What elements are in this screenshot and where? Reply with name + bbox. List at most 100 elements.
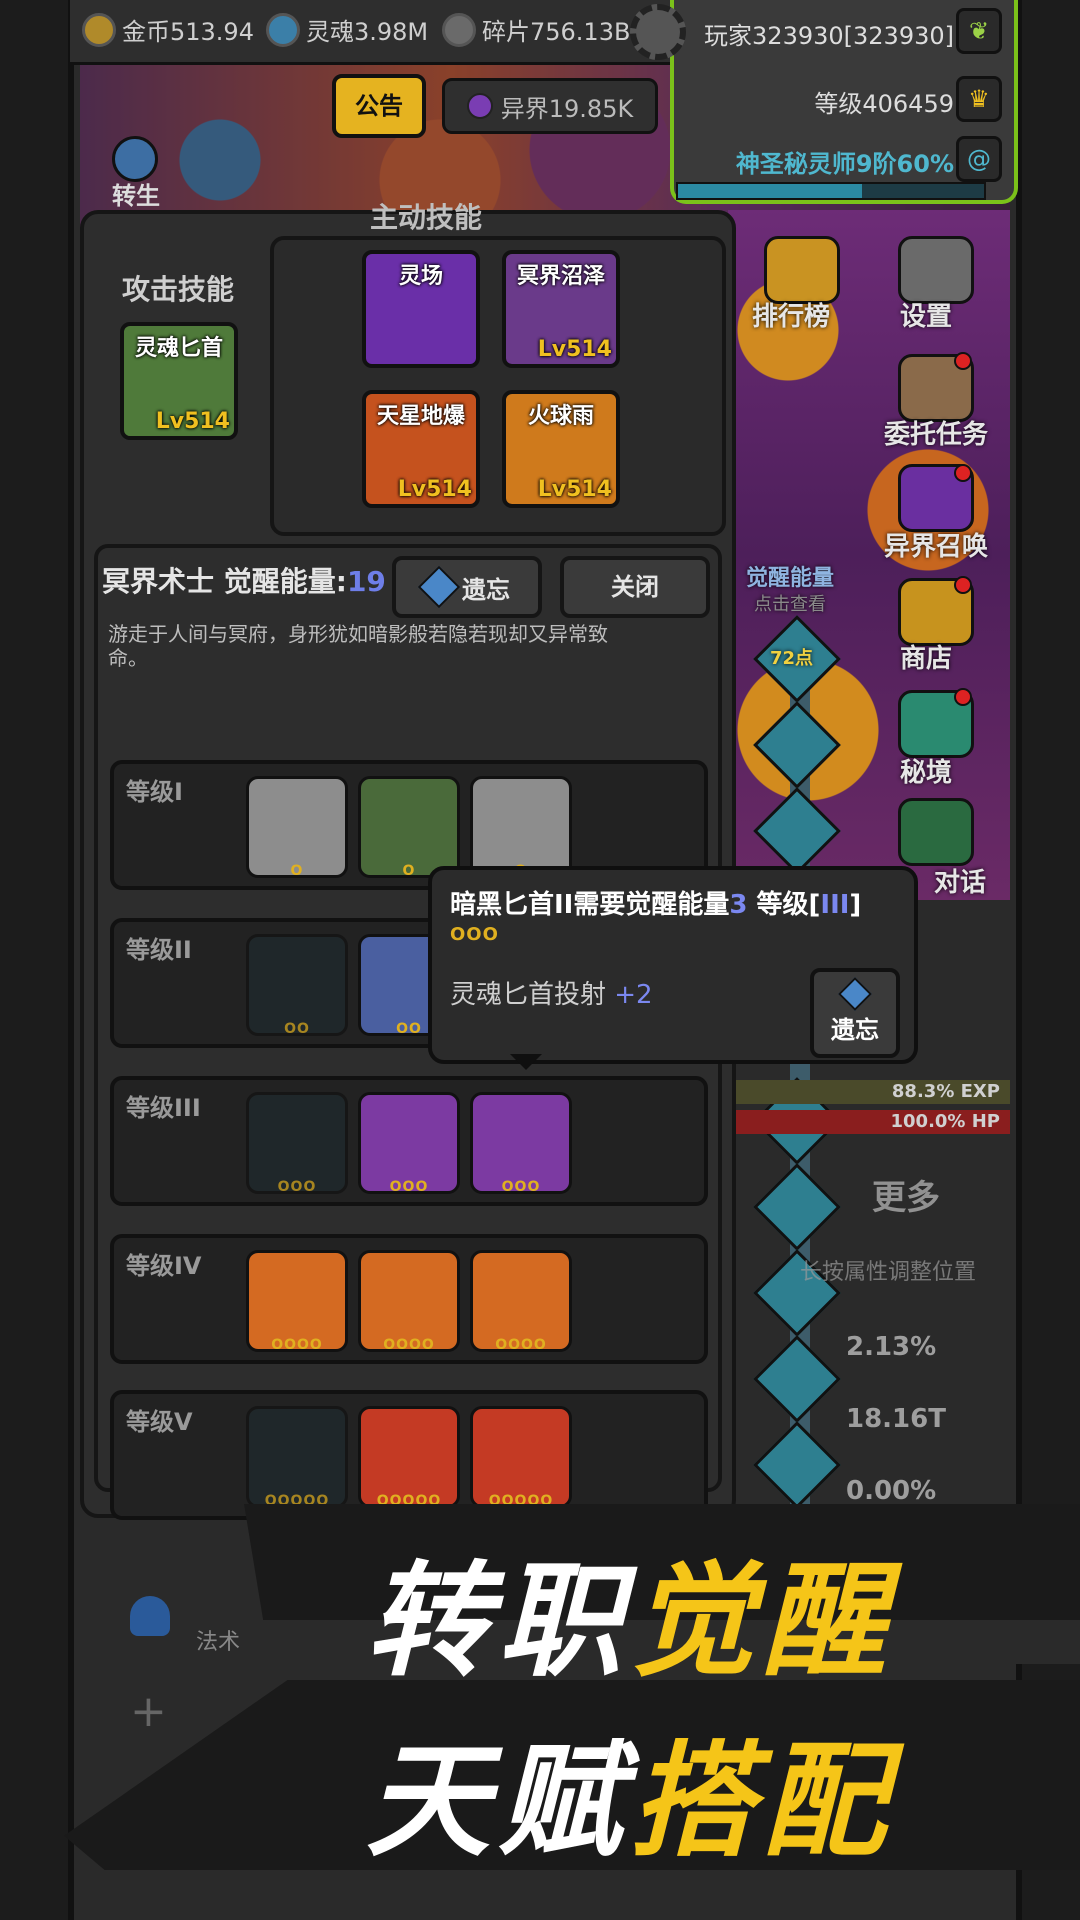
fragment-icon — [442, 12, 476, 47]
fragment-value: 碎片756.13B — [482, 18, 631, 46]
menu-dialogue[interactable]: 对话 — [934, 862, 986, 899]
tooltip-forget-label: 遗忘 — [831, 1015, 879, 1044]
class-name: 冥界术士 觉醒能量: — [102, 565, 347, 598]
skill-level: Lv514 — [155, 409, 230, 434]
active-skill-slot[interactable]: 灵场 — [362, 250, 480, 368]
soul-resource: 灵魂3.98M — [266, 12, 428, 47]
plus-icon[interactable]: + — [130, 1686, 167, 1737]
player-name: 玩家323930[323930] — [704, 22, 954, 50]
slogan-line-1: 转职觉醒 — [366, 1520, 894, 1700]
menu-secret-realm[interactable]: 秘境 — [900, 752, 952, 789]
tooltip-forget-button[interactable]: 遗忘 — [810, 968, 900, 1058]
skill-name: 火球雨 — [527, 404, 594, 429]
tier-row: 等级III OOO OOO OOO — [110, 1076, 708, 1206]
talent-slot[interactable]: OOOO — [246, 1250, 348, 1353]
magic-label[interactable]: 法术 — [196, 1624, 240, 1656]
menu-quests[interactable]: 委托任务 — [884, 414, 988, 451]
talent-slot[interactable]: OOO — [358, 1092, 460, 1195]
talent-slot[interactable]: O — [470, 776, 572, 879]
talent-slot[interactable]: OOOO — [358, 1250, 460, 1353]
slogan-white: 转职 — [366, 1550, 631, 1694]
skill-name: 冥界沼泽 — [516, 264, 605, 289]
forget-label: 遗忘 — [462, 575, 510, 604]
forget-button[interactable]: 遗忘 — [392, 556, 542, 618]
talent-slot[interactable]: OO — [246, 934, 348, 1037]
tier-label: 等级I — [126, 778, 183, 806]
gold-resource: 金币513.94 — [82, 12, 254, 47]
otherworld-icon — [466, 93, 493, 119]
horn-icon[interactable] — [898, 798, 974, 866]
slogan-line-2: 天赋搭配 — [366, 1700, 894, 1880]
skill-level: Lv514 — [537, 477, 612, 502]
tier-row: 等级IV OOOO OOOO OOOO — [110, 1234, 708, 1364]
gear-icon[interactable] — [630, 4, 686, 60]
tier-label: 等级II — [126, 936, 192, 964]
active-skills-title: 主动技能 — [370, 201, 483, 234]
menu-settings[interactable]: 设置 — [900, 296, 952, 333]
talent-tooltip: 暗黑匕首II需要觉醒能量3 等级[III] OOO 灵魂匕首投射 +2 遗忘 — [428, 866, 918, 1064]
stat-value: 18.16T — [846, 1404, 946, 1434]
talent-slot[interactable]: O — [358, 776, 460, 879]
notification-dot — [954, 352, 972, 370]
talent-slot[interactable]: OOO — [470, 1092, 572, 1195]
menu-summon[interactable]: 异界召唤 — [884, 526, 988, 563]
tooltip-effect-value: +2 — [614, 980, 653, 1010]
talent-pips: OOOO — [271, 1337, 323, 1353]
flame-icon[interactable] — [130, 1596, 170, 1636]
talent-pips: O — [290, 863, 304, 879]
crystal-icon — [417, 565, 461, 609]
stat-value: 0.00% — [846, 1476, 937, 1506]
tooltip-pips: OOO — [450, 924, 499, 945]
talent-slot[interactable]: OOOO — [470, 1250, 572, 1353]
notice-button[interactable]: 公告 — [332, 74, 426, 138]
hp-bar: 100.0% HP — [728, 1110, 1010, 1134]
otherworld-button[interactable]: 异界19.85K — [442, 78, 658, 134]
active-skill-slot[interactable]: 天星地爆 Lv514 — [362, 390, 480, 508]
talent-slot[interactable]: OOO — [246, 1092, 348, 1195]
tooltip-effect-text: 灵魂匕首投射 — [450, 980, 615, 1010]
menu-shop[interactable]: 商店 — [900, 638, 952, 675]
tooltip-cost: 3 — [729, 890, 748, 920]
settings-gear-icon[interactable] — [898, 236, 974, 304]
tooltip-title-text: 等级[ — [747, 890, 821, 920]
attack-skill-slot[interactable]: 灵魂匕首 Lv514 — [120, 322, 238, 440]
talent-slot[interactable]: OOOOO — [246, 1406, 348, 1509]
notification-dot — [954, 576, 972, 594]
talent-pips: OO — [284, 1021, 310, 1037]
awaken-energy-title[interactable]: 觉醒能量 — [746, 560, 834, 592]
awaken-energy-hint[interactable]: 点击查看 — [754, 590, 826, 616]
otherworld-value: 异界19.85K — [500, 94, 634, 123]
close-button[interactable]: 关闭 — [560, 556, 710, 618]
active-skills-box — [270, 236, 726, 536]
talent-slot[interactable]: OOOOO — [358, 1406, 460, 1509]
attack-skills-title: 攻击技能 — [122, 273, 235, 306]
swirl-icon[interactable]: @ — [956, 136, 1002, 182]
slogan-white: 天赋 — [366, 1730, 631, 1874]
class-progress-fill — [678, 184, 862, 198]
active-skill-slot[interactable]: 冥界沼泽 Lv514 — [502, 250, 620, 368]
menu-ranking[interactable]: 排行榜 — [752, 296, 830, 333]
tooltip-title-text: 暗黑匕首II需要觉醒能量 — [450, 890, 730, 920]
leaf-icon[interactable]: ❦ — [956, 8, 1002, 54]
skill-level: Lv514 — [537, 337, 612, 362]
notification-dot — [954, 688, 972, 706]
talent-slot[interactable]: OOOOO — [470, 1406, 572, 1509]
trophy-icon[interactable] — [764, 236, 840, 304]
rebirth-label[interactable]: 转生 — [112, 176, 160, 211]
talent-slot[interactable]: O — [246, 776, 348, 879]
gold-value: 金币513.94 — [122, 18, 254, 46]
skill-name: 灵魂匕首 — [134, 336, 223, 361]
stat-value: 2.13% — [846, 1332, 937, 1362]
hp-text: 100.0% HP — [890, 1111, 1001, 1132]
player-class: 神圣秘灵师9阶60% — [735, 150, 954, 178]
exp-text: 88.3% EXP — [891, 1081, 1000, 1102]
more-tab[interactable]: 更多 — [872, 1170, 940, 1219]
awaken-points: 72点 — [770, 648, 814, 669]
crystal-icon — [838, 976, 872, 1011]
skill-level: Lv514 — [397, 477, 472, 502]
crown-icon[interactable]: ♛ — [956, 76, 1002, 122]
class-energy: 19 — [346, 565, 386, 598]
talent-pips: OOOO — [495, 1337, 547, 1353]
talent-pips: OOO — [501, 1179, 541, 1195]
active-skill-slot[interactable]: 火球雨 Lv514 — [502, 390, 620, 508]
